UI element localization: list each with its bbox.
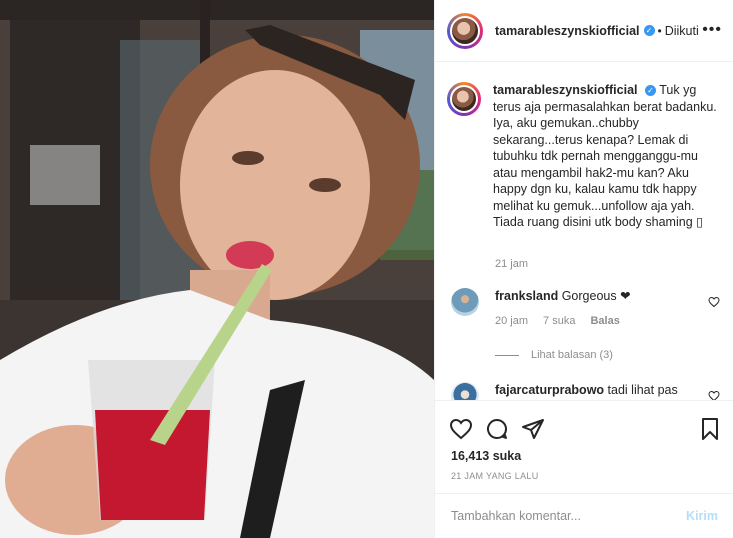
caption-avatar[interactable] bbox=[447, 82, 481, 116]
save-bookmark-icon[interactable] bbox=[698, 417, 722, 441]
photo-illustration bbox=[0, 0, 434, 538]
add-comment-bar: Kirim bbox=[435, 493, 733, 538]
avatar-image bbox=[450, 15, 480, 46]
caption-trailing-glyph: ▯ bbox=[696, 215, 704, 229]
more-options-icon[interactable]: ••• bbox=[702, 22, 722, 38]
author-avatar[interactable] bbox=[447, 12, 483, 49]
post-caption: tamarableszynskiofficial ✓ Tuk yg terus … bbox=[447, 82, 727, 231]
post-side-panel: tamarableszynskiofficial ✓ • Diikuti •••… bbox=[434, 0, 733, 538]
comment-bubble-icon[interactable] bbox=[485, 417, 509, 441]
comment-timestamp[interactable]: 20 jam bbox=[495, 313, 528, 329]
likes-count[interactable]: 16,413 suka bbox=[451, 449, 521, 463]
comment-username[interactable]: franksland bbox=[495, 289, 558, 303]
verified-badge-icon: ✓ bbox=[645, 85, 656, 97]
view-replies-label: Lihat balasan (3) bbox=[531, 349, 613, 361]
caption-timestamp[interactable]: 21 jam bbox=[495, 258, 528, 270]
author-username[interactable]: tamarableszynskiofficial bbox=[495, 24, 640, 38]
view-replies-button[interactable]: Lihat balasan (3) bbox=[495, 349, 613, 361]
comment-text: tadi lihat pas bbox=[607, 383, 678, 397]
verified-badge-icon: ✓ bbox=[643, 25, 655, 36]
like-heart-icon[interactable] bbox=[449, 417, 473, 441]
commenter-avatar[interactable] bbox=[451, 288, 479, 316]
avatar-image bbox=[450, 85, 478, 113]
comment-like-heart-icon[interactable] bbox=[708, 390, 720, 400]
comment-likes[interactable]: 7 suka bbox=[543, 313, 575, 329]
instagram-post-modal: tamarableszynskiofficial ✓ • Diikuti •••… bbox=[0, 0, 733, 538]
comment-body: franksland Gorgeous ❤ 20 jam 7 suka Bala… bbox=[495, 288, 635, 329]
caption-text: Tuk yg terus aja permasalahkan berat bad… bbox=[493, 83, 717, 229]
caption-body: tamarableszynskiofficial ✓ Tuk yg terus … bbox=[493, 82, 725, 231]
post-header: tamarableszynskiofficial ✓ • Diikuti ••• bbox=[435, 0, 733, 62]
comment-item: franksland Gorgeous ❤ 20 jam 7 suka Bala… bbox=[447, 288, 732, 329]
caption-username[interactable]: tamarableszynskiofficial bbox=[493, 83, 638, 97]
comment-input[interactable] bbox=[451, 509, 687, 523]
comment-like-heart-icon[interactable] bbox=[708, 296, 720, 308]
commenter-avatar[interactable] bbox=[451, 382, 479, 400]
comment-username[interactable]: fajarcaturprabowo bbox=[495, 383, 604, 397]
post-comment-button[interactable]: Kirim bbox=[686, 509, 718, 523]
comment-text: Gorgeous ❤ bbox=[561, 289, 631, 303]
reply-button[interactable]: Balas bbox=[590, 313, 619, 329]
replies-divider-line bbox=[495, 354, 519, 356]
post-timestamp[interactable]: 21 JAM YANG LALU bbox=[451, 471, 539, 481]
comments-list[interactable]: tamarableszynskiofficial ✓ Tuk yg terus … bbox=[435, 62, 733, 400]
share-paper-plane-icon[interactable] bbox=[521, 417, 545, 441]
following-button[interactable]: Diikuti bbox=[665, 24, 699, 38]
comment-body: fajarcaturprabowo tadi lihat pas bbox=[495, 382, 678, 400]
comment-item: fajarcaturprabowo tadi lihat pas bbox=[447, 382, 732, 400]
post-photo[interactable] bbox=[0, 0, 434, 538]
header-separator: • bbox=[657, 23, 662, 38]
comment-meta: 20 jam 7 suka Balas bbox=[495, 313, 635, 329]
